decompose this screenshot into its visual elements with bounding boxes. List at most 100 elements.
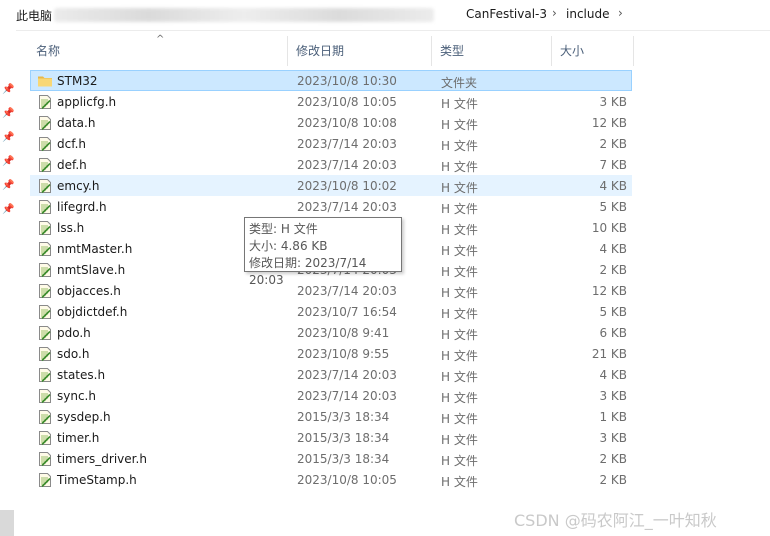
column-divider[interactable] <box>431 36 432 66</box>
column-divider[interactable] <box>633 36 634 66</box>
file-type: H 文件 <box>441 202 478 216</box>
file-name: dcf.h <box>57 137 86 151</box>
column-header-type[interactable]: 类型 <box>434 36 552 66</box>
file-size: 4 KB <box>599 368 627 382</box>
column-divider[interactable] <box>551 36 552 66</box>
h-file-icon <box>37 178 53 194</box>
h-file-icon <box>37 388 53 404</box>
file-row[interactable]: emcy.h 2023/10/8 10:02 H 文件 4 KB <box>30 175 632 196</box>
h-file-icon <box>37 115 53 131</box>
file-date-modified: 2023/7/14 20:03 <box>297 200 397 214</box>
pin-icon: 📌 <box>2 84 15 95</box>
tooltip-type: 类型: H 文件 <box>249 222 318 236</box>
column-divider[interactable] <box>287 36 288 66</box>
file-name: objdictdef.h <box>57 305 128 319</box>
file-date-modified: 2023/10/7 16:54 <box>297 305 397 319</box>
file-row[interactable]: sync.h 2023/7/14 20:03 H 文件 3 KB <box>30 385 632 406</box>
breadcrumb-separator[interactable]: › <box>618 6 623 20</box>
file-name: nmtMaster.h <box>57 242 133 256</box>
file-date-modified: 2023/10/8 10:02 <box>297 179 397 193</box>
h-file-icon <box>37 367 53 383</box>
file-type: H 文件 <box>441 181 478 195</box>
file-type: H 文件 <box>441 286 478 300</box>
file-type: H 文件 <box>441 223 478 237</box>
breadcrumb-redacted-path <box>54 8 434 22</box>
file-type: H 文件 <box>441 433 478 447</box>
file-name: states.h <box>57 368 106 382</box>
file-date-modified: 2023/10/8 9:55 <box>297 347 390 361</box>
file-size: 5 KB <box>599 200 627 214</box>
breadcrumb-separator[interactable]: › <box>552 6 557 20</box>
file-row[interactable]: timer.h 2015/3/3 18:34 H 文件 3 KB <box>30 427 632 448</box>
file-size: 10 KB <box>591 221 627 235</box>
file-row[interactable]: data.h 2023/10/8 10:08 H 文件 12 KB <box>30 112 632 133</box>
file-row[interactable]: sdo.h 2023/10/8 9:55 H 文件 21 KB <box>30 343 632 364</box>
column-header-size[interactable]: 大小 <box>554 36 636 66</box>
h-file-icon <box>37 136 53 152</box>
file-row[interactable]: STM32 2023/10/8 10:30 文件夹 <box>30 70 632 91</box>
file-date-modified: 2023/7/14 20:03 <box>297 389 397 403</box>
file-type: H 文件 <box>441 244 478 258</box>
navigation-pane-edge: 📌 📌 📌 📌 📌 📌 <box>0 30 16 536</box>
file-row[interactable]: states.h 2023/7/14 20:03 H 文件 4 KB <box>30 364 632 385</box>
folder-icon <box>37 73 53 89</box>
file-size: 12 KB <box>591 116 627 130</box>
column-header-name[interactable]: 名称 <box>30 36 288 66</box>
file-name: applicfg.h <box>57 95 117 109</box>
file-row[interactable]: timers_driver.h 2015/3/3 18:34 H 文件 2 KB <box>30 448 632 469</box>
file-name: STM32 <box>57 74 98 88</box>
file-row[interactable]: TimeStamp.h 2023/10/8 10:05 H 文件 2 KB <box>30 469 632 490</box>
file-name: emcy.h <box>57 179 100 193</box>
file-type: H 文件 <box>441 391 478 405</box>
h-file-icon <box>37 220 53 236</box>
file-name: timer.h <box>57 431 100 445</box>
file-name: sync.h <box>57 389 96 403</box>
breadcrumb-canfestival[interactable]: CanFestival-3 <box>466 7 547 21</box>
file-name: sysdep.h <box>57 410 111 424</box>
h-file-icon <box>37 430 53 446</box>
file-name: objacces.h <box>57 284 121 298</box>
pin-icon: 📌 <box>2 108 15 119</box>
file-size: 12 KB <box>591 284 627 298</box>
file-name: nmtSlave.h <box>57 263 126 277</box>
file-size: 2 KB <box>599 137 627 151</box>
address-bar[interactable]: 此电脑 CanFestival-3 › include › <box>0 0 770 31</box>
file-type: H 文件 <box>441 139 478 153</box>
breadcrumb-include[interactable]: include <box>566 7 609 21</box>
h-file-icon <box>37 346 53 362</box>
column-header-date-modified[interactable]: 修改日期 <box>290 36 434 66</box>
file-type: 文件夹 <box>441 76 478 90</box>
file-size: 2 KB <box>599 263 627 277</box>
h-file-icon <box>37 451 53 467</box>
file-name: data.h <box>57 116 96 130</box>
h-file-icon <box>37 325 53 341</box>
file-size: 2 KB <box>599 473 627 487</box>
file-row[interactable]: def.h 2023/7/14 20:03 H 文件 7 KB <box>30 154 632 175</box>
file-row[interactable]: lifegrd.h 2023/7/14 20:03 H 文件 5 KB <box>30 196 632 217</box>
file-type: H 文件 <box>441 97 478 111</box>
file-name: TimeStamp.h <box>57 473 137 487</box>
file-row[interactable]: dcf.h 2023/7/14 20:03 H 文件 2 KB <box>30 133 632 154</box>
file-size: 3 KB <box>599 389 627 403</box>
file-size: 5 KB <box>599 305 627 319</box>
file-size: 6 KB <box>599 326 627 340</box>
h-file-icon <box>37 409 53 425</box>
h-file-icon <box>37 94 53 110</box>
file-size: 21 KB <box>591 347 627 361</box>
scrollbar-thumb[interactable] <box>0 510 14 536</box>
file-date-modified: 2023/7/14 20:03 <box>297 158 397 172</box>
file-size: 3 KB <box>599 431 627 445</box>
file-type: H 文件 <box>441 328 478 342</box>
pin-icon: 📌 <box>2 132 15 143</box>
file-row[interactable]: objdictdef.h 2023/10/7 16:54 H 文件 5 KB <box>30 301 632 322</box>
column-header-bar: ^ 名称 修改日期 类型 大小 <box>30 34 636 66</box>
file-date-modified: 2015/3/3 18:34 <box>297 431 390 445</box>
file-row[interactable]: applicfg.h 2023/10/8 10:05 H 文件 3 KB <box>30 91 632 112</box>
breadcrumb-this-pc[interactable]: 此电脑 <box>16 7 52 24</box>
file-date-modified: 2023/10/8 10:05 <box>297 95 397 109</box>
file-row[interactable]: sysdep.h 2015/3/3 18:34 H 文件 1 KB <box>30 406 632 427</box>
file-date-modified: 2023/7/14 20:03 <box>297 137 397 151</box>
file-name: lss.h <box>57 221 85 235</box>
file-name: def.h <box>57 158 87 172</box>
file-row[interactable]: pdo.h 2023/10/8 9:41 H 文件 6 KB <box>30 322 632 343</box>
